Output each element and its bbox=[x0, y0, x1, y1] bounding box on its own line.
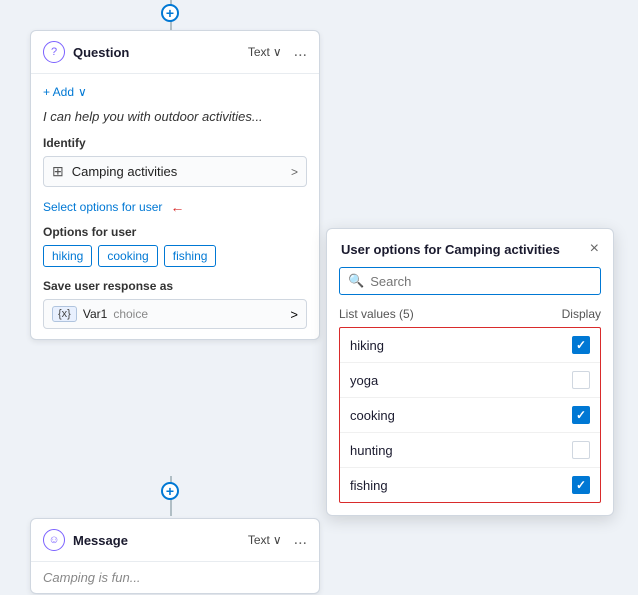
option-tags: hiking cooking fishing bbox=[43, 245, 307, 267]
item-name-cooking: cooking bbox=[350, 408, 395, 423]
option-tag-fishing[interactable]: fishing bbox=[164, 245, 217, 267]
save-response-row[interactable]: {x} Var1 choice > bbox=[43, 299, 307, 329]
checkbox-hiking[interactable] bbox=[572, 336, 590, 354]
list-item-yoga: yoga bbox=[340, 363, 600, 398]
item-name-hiking: hiking bbox=[350, 338, 384, 353]
options-panel: User options for Camping activities × 🔍 … bbox=[326, 228, 614, 516]
add-step-button-top[interactable]: + bbox=[161, 4, 179, 22]
save-response-label: Save user response as bbox=[43, 279, 307, 293]
item-name-fishing: fishing bbox=[350, 478, 388, 493]
var-name: Var1 bbox=[83, 307, 107, 321]
list-header: List values (5) Display bbox=[327, 303, 613, 327]
identify-chevron-icon: > bbox=[291, 165, 298, 179]
list-item-fishing: fishing bbox=[340, 468, 600, 502]
var-badge: {x} bbox=[52, 306, 77, 322]
card-more-button[interactable]: ... bbox=[294, 43, 307, 61]
question-card: ? Question Text ∨ ... + Add ∨ I can help… bbox=[30, 30, 320, 340]
checkbox-hunting[interactable] bbox=[572, 441, 590, 459]
panel-close-button[interactable]: × bbox=[590, 241, 599, 257]
options-label: Options for user bbox=[43, 225, 307, 239]
save-chevron-icon: > bbox=[290, 307, 298, 322]
card-body: + Add ∨ I can help you with outdoor acti… bbox=[31, 74, 319, 339]
message-body: Camping is fun... bbox=[31, 562, 319, 593]
type-chevron-icon: ∨ bbox=[273, 45, 282, 59]
message-text: I can help you with outdoor activities..… bbox=[43, 109, 307, 124]
list-items-container: hiking yoga cooking hunting fishing bbox=[339, 327, 601, 503]
panel-title: User options for Camping activities bbox=[341, 242, 560, 257]
message-type-chevron-icon: ∨ bbox=[273, 533, 282, 547]
card-type-badge[interactable]: Text ∨ bbox=[248, 45, 282, 59]
question-icon: ? bbox=[43, 41, 65, 63]
identify-icon: ⊞ bbox=[52, 163, 64, 180]
option-tag-cooking[interactable]: cooking bbox=[98, 245, 157, 267]
message-card-title: Message bbox=[73, 533, 240, 548]
add-chevron-icon: ∨ bbox=[78, 85, 87, 99]
checkbox-yoga[interactable] bbox=[572, 371, 590, 389]
search-box[interactable]: 🔍 bbox=[339, 267, 601, 295]
list-values-label: List values (5) bbox=[339, 307, 414, 321]
arrow-indicator-icon: ← bbox=[170, 199, 184, 215]
list-item-hiking: hiking bbox=[340, 328, 600, 363]
select-options-link[interactable]: Select options for user ← bbox=[43, 199, 307, 215]
display-column-label: Display bbox=[562, 307, 601, 321]
message-card: ☺ Message Text ∨ ... Camping is fun... bbox=[30, 518, 320, 594]
add-step-button-mid[interactable]: + bbox=[161, 482, 179, 500]
search-icon: 🔍 bbox=[348, 273, 364, 289]
var-type: choice bbox=[113, 307, 290, 321]
card-header: ? Question Text ∨ ... bbox=[31, 31, 319, 74]
add-button[interactable]: + Add ∨ bbox=[43, 85, 87, 99]
panel-header: User options for Camping activities × bbox=[327, 229, 613, 267]
identify-label: Identify bbox=[43, 136, 307, 150]
checkbox-cooking[interactable] bbox=[572, 406, 590, 424]
message-type-badge[interactable]: Text ∨ bbox=[248, 533, 282, 547]
canvas: + ? Question Text ∨ ... + Add ∨ I can he… bbox=[0, 0, 638, 595]
list-item-cooking: cooking bbox=[340, 398, 600, 433]
card-title: Question bbox=[73, 45, 240, 60]
list-item-hunting: hunting bbox=[340, 433, 600, 468]
item-name-hunting: hunting bbox=[350, 443, 393, 458]
identify-row[interactable]: ⊞ Camping activities > bbox=[43, 156, 307, 187]
message-icon: ☺ bbox=[43, 529, 65, 551]
item-name-yoga: yoga bbox=[350, 373, 378, 388]
option-tag-hiking[interactable]: hiking bbox=[43, 245, 92, 267]
message-card-header: ☺ Message Text ∨ ... bbox=[31, 519, 319, 562]
search-input[interactable] bbox=[370, 274, 592, 289]
message-more-button[interactable]: ... bbox=[294, 531, 307, 549]
checkbox-fishing[interactable] bbox=[572, 476, 590, 494]
identify-value: Camping activities bbox=[72, 164, 291, 179]
